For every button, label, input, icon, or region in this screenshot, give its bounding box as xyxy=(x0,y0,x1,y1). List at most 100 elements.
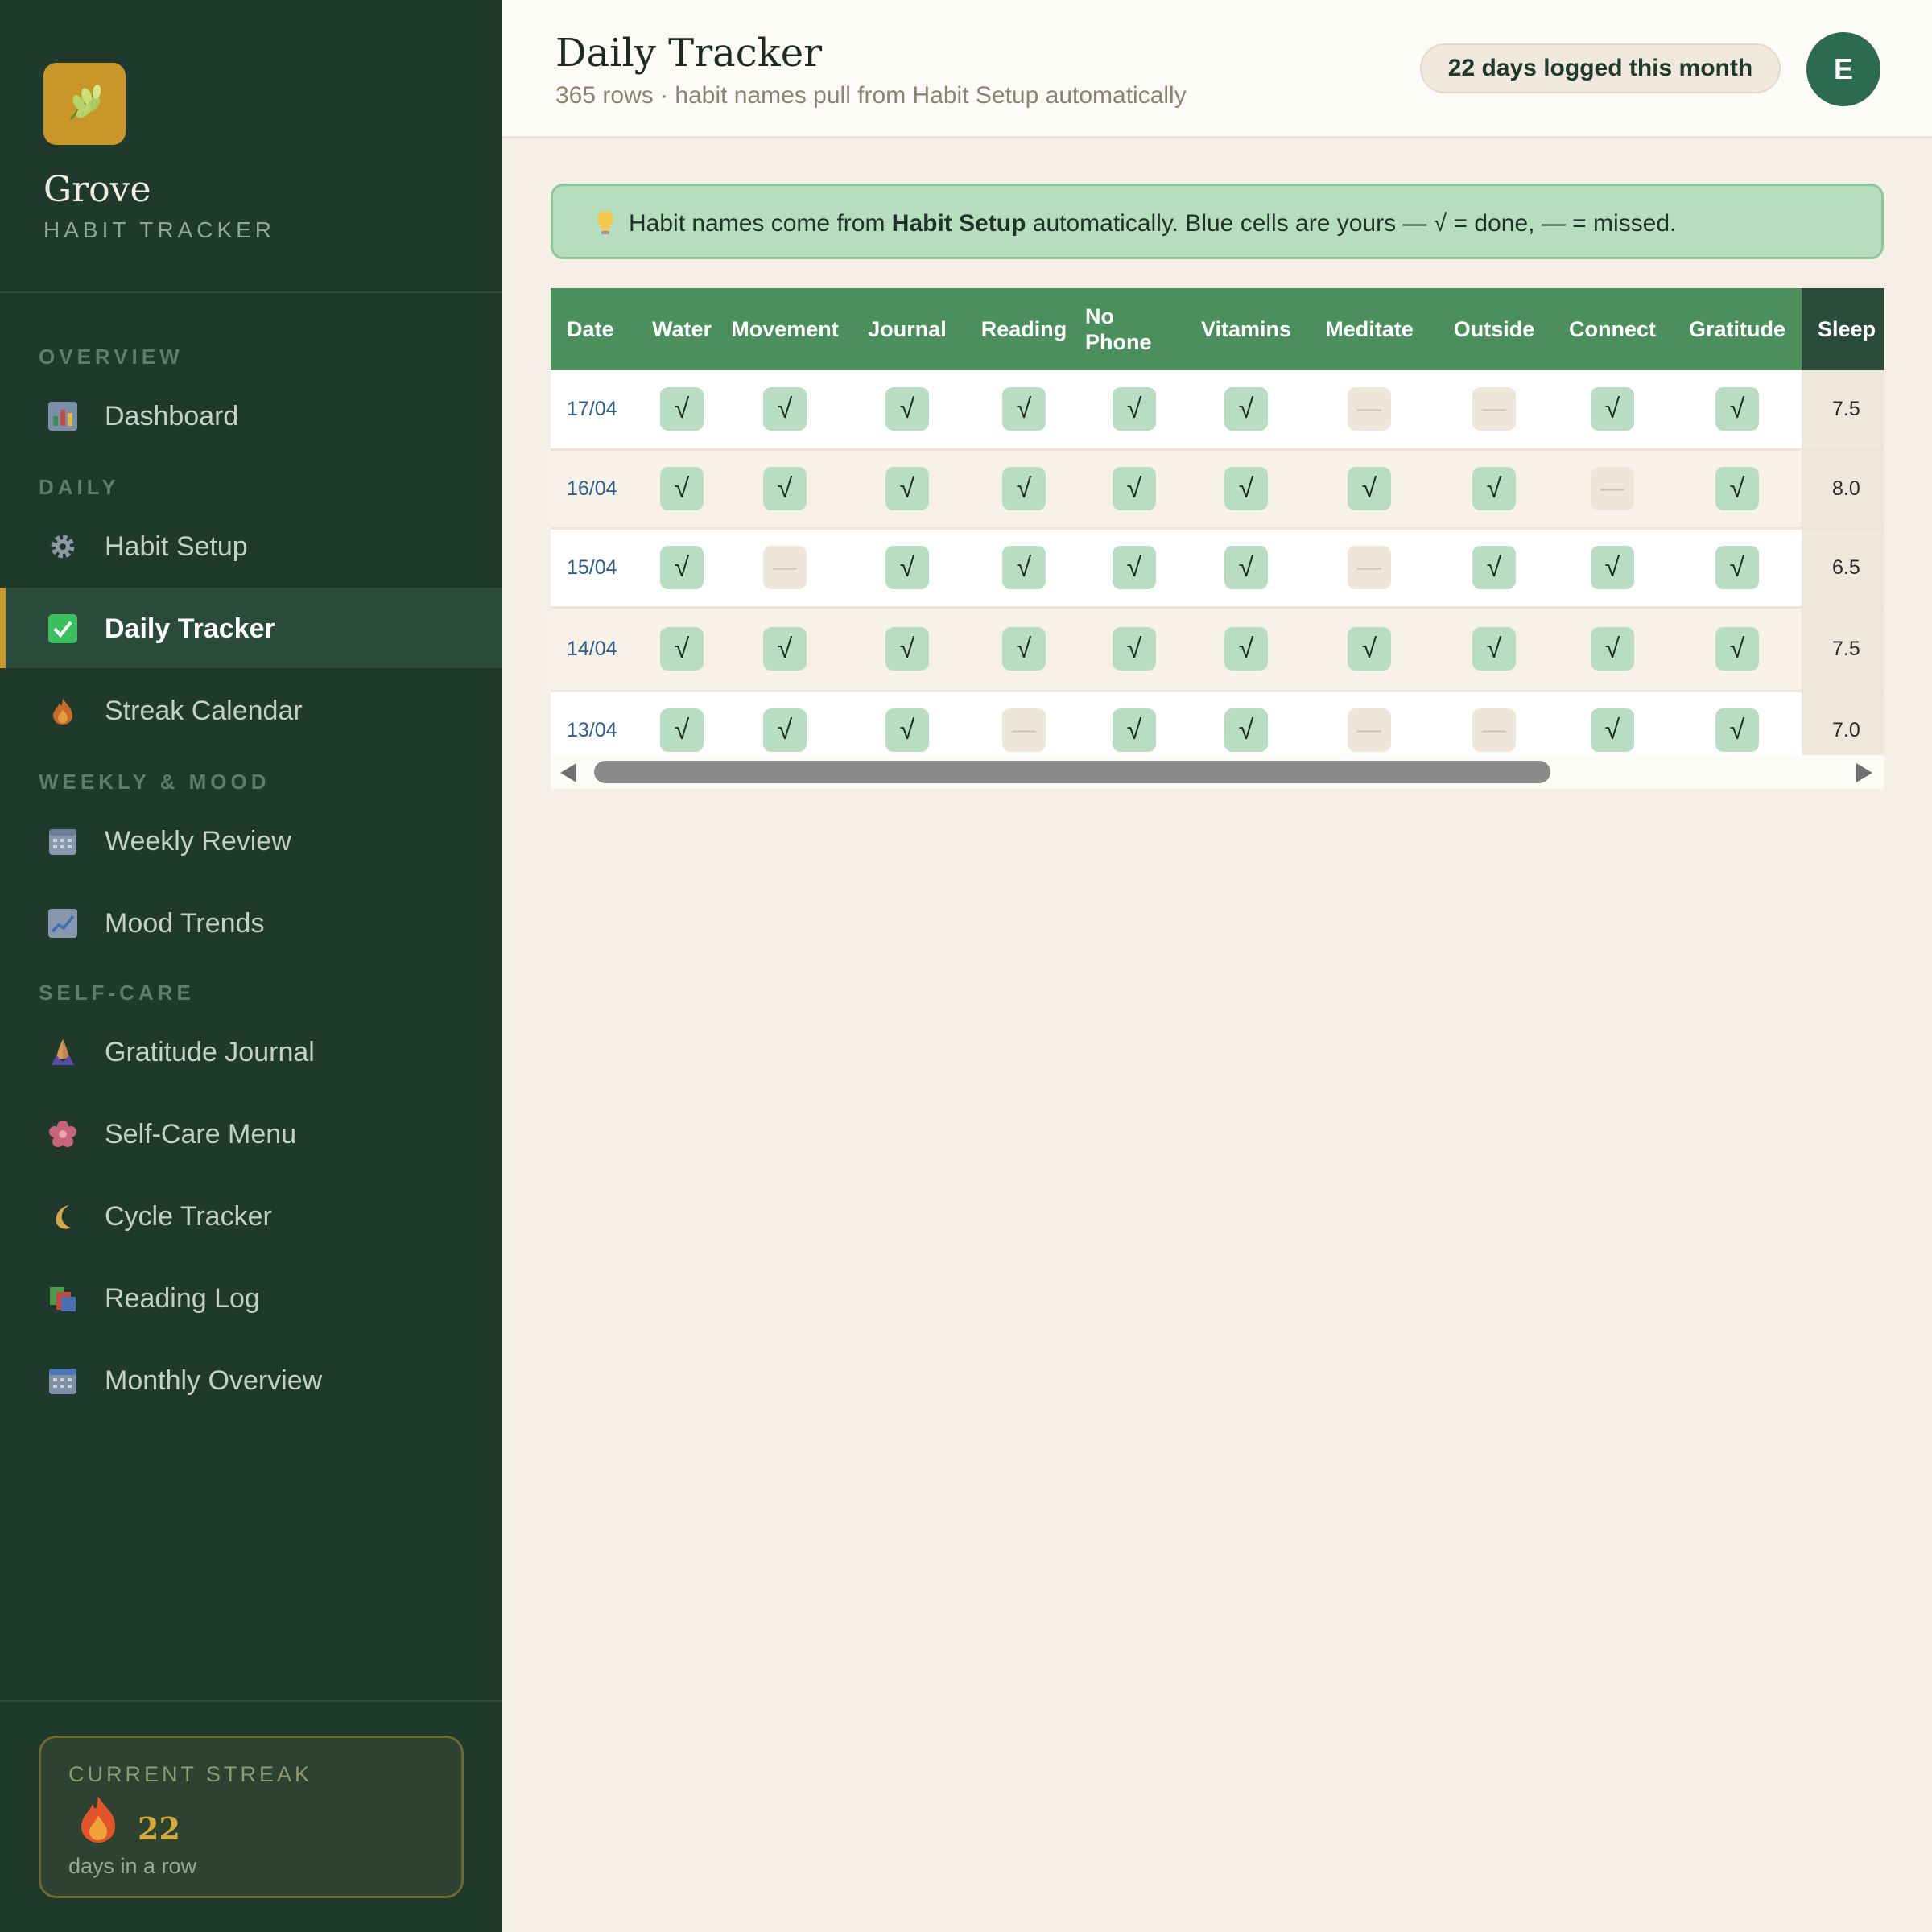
column-header-movement[interactable]: Movement xyxy=(724,288,845,370)
column-header-water[interactable]: Water xyxy=(639,288,724,370)
habit-done-toggle[interactable]: √ xyxy=(1591,546,1634,589)
habit-done-toggle[interactable]: √ xyxy=(763,708,807,752)
habit-cell: √ xyxy=(1079,528,1190,609)
habit-done-toggle[interactable]: √ xyxy=(1224,387,1268,431)
habit-done-toggle[interactable]: √ xyxy=(763,467,807,510)
sidebar-item-self-care-menu[interactable]: Self-Care Menu xyxy=(0,1093,502,1174)
sidebar-item-mood-trends[interactable]: Mood Trends xyxy=(0,882,502,963)
habit-done-toggle[interactable]: √ xyxy=(763,627,807,671)
sidebar-item-habit-setup[interactable]: Habit Setup xyxy=(0,506,502,586)
habit-done-toggle[interactable]: √ xyxy=(1224,627,1268,671)
habit-done-toggle[interactable]: √ xyxy=(886,467,929,510)
brand-logo[interactable] xyxy=(43,63,126,145)
sleep-cell[interactable]: 6.5 xyxy=(1802,528,1884,609)
sidebar-item-reading-log[interactable]: Reading Log xyxy=(0,1257,502,1338)
column-header-connect[interactable]: Connect xyxy=(1552,288,1673,370)
habit-done-toggle[interactable]: √ xyxy=(1715,546,1759,589)
habit-done-toggle[interactable]: √ xyxy=(660,387,704,431)
streak-value: 22 xyxy=(138,1810,180,1847)
habit-done-toggle[interactable]: √ xyxy=(1715,387,1759,431)
column-header-vitamins[interactable]: Vitamins xyxy=(1190,288,1302,370)
horizontal-scrollbar[interactable] xyxy=(551,755,1884,789)
habit-cell: √ xyxy=(1673,449,1802,530)
sidebar-item-weekly-review[interactable]: Weekly Review xyxy=(0,800,502,881)
habit-done-toggle[interactable]: √ xyxy=(1472,627,1516,671)
habit-done-toggle[interactable]: √ xyxy=(1472,467,1516,510)
habit-done-toggle[interactable]: √ xyxy=(886,708,929,752)
habit-done-toggle[interactable]: √ xyxy=(1715,627,1759,671)
habit-missed-toggle[interactable]: — xyxy=(1348,546,1391,589)
habit-done-toggle[interactable]: √ xyxy=(1113,627,1156,671)
habit-done-toggle[interactable]: √ xyxy=(1113,387,1156,431)
sidebar-item-gratitude-journal[interactable]: Gratitude Journal xyxy=(0,1011,502,1092)
column-header-journal[interactable]: Journal xyxy=(845,288,969,370)
column-header-date[interactable]: Date xyxy=(551,288,639,370)
streak-label: CURRENT STREAK xyxy=(68,1762,313,1786)
habit-cell: — xyxy=(1302,370,1436,451)
date-cell: 14/04 xyxy=(551,607,639,692)
habit-done-toggle[interactable]: √ xyxy=(660,627,704,671)
habit-cell: √ xyxy=(969,528,1079,609)
habit-done-toggle[interactable]: √ xyxy=(1002,627,1046,671)
habit-cell: — xyxy=(1436,370,1552,451)
table-row: 16/04 √ √ √ √ √ √ √ √ — √ 8.0 xyxy=(551,449,1884,530)
habit-missed-toggle[interactable]: — xyxy=(1348,387,1391,431)
habit-cell: √ xyxy=(1552,528,1673,609)
habit-done-toggle[interactable]: √ xyxy=(1002,467,1046,510)
habit-cell: √ xyxy=(639,528,724,609)
habit-done-toggle[interactable]: √ xyxy=(1472,546,1516,589)
scroll-thumb[interactable] xyxy=(594,761,1550,783)
habit-missed-toggle[interactable]: — xyxy=(1472,708,1516,752)
active-indicator xyxy=(0,588,6,668)
sidebar-item-daily-tracker[interactable]: Daily Tracker xyxy=(0,588,502,668)
habit-done-toggle[interactable]: √ xyxy=(660,546,704,589)
sidebar-item-monthly-overview[interactable]: Monthly Overview xyxy=(0,1340,502,1420)
column-header-sleep[interactable]: Sleep xyxy=(1802,288,1884,370)
habit-done-toggle[interactable]: √ xyxy=(1591,708,1634,752)
habit-missed-toggle[interactable]: — xyxy=(1002,708,1046,752)
date-cell: 15/04 xyxy=(551,528,639,609)
habit-missed-toggle[interactable]: — xyxy=(1348,708,1391,752)
sidebar-item-streak-calendar[interactable]: Streak Calendar xyxy=(0,670,502,750)
habit-done-toggle[interactable]: √ xyxy=(1113,708,1156,752)
habit-done-toggle[interactable]: √ xyxy=(1591,627,1634,671)
habit-missed-toggle[interactable]: — xyxy=(1472,387,1516,431)
sidebar: Grove HABIT TRACKER OVERVIEW Dashboard D… xyxy=(0,0,502,1932)
habit-done-toggle[interactable]: √ xyxy=(1348,627,1391,671)
scroll-right-arrow[interactable] xyxy=(1856,763,1872,782)
habit-done-toggle[interactable]: √ xyxy=(1002,546,1046,589)
habit-done-toggle[interactable]: √ xyxy=(1715,708,1759,752)
column-header-reading[interactable]: Reading xyxy=(969,288,1079,370)
habit-done-toggle[interactable]: √ xyxy=(1113,546,1156,589)
habit-done-toggle[interactable]: √ xyxy=(1224,467,1268,510)
scroll-left-arrow[interactable] xyxy=(560,763,576,782)
column-header-meditate[interactable]: Meditate xyxy=(1302,288,1436,370)
habit-done-toggle[interactable]: √ xyxy=(1224,708,1268,752)
habit-done-toggle[interactable]: √ xyxy=(886,627,929,671)
sidebar-item-cycle-tracker[interactable]: Cycle Tracker xyxy=(0,1175,502,1256)
banner-text-highlight: Habit Setup xyxy=(891,210,1026,237)
habit-cell: √ xyxy=(724,449,845,530)
column-header-no-phone[interactable]: No Phone xyxy=(1079,288,1190,370)
habit-done-toggle[interactable]: √ xyxy=(763,387,807,431)
habit-done-toggle[interactable]: √ xyxy=(660,708,704,752)
habit-done-toggle[interactable]: √ xyxy=(1591,387,1634,431)
habit-missed-toggle[interactable]: — xyxy=(1591,467,1634,510)
column-header-outside[interactable]: Outside xyxy=(1436,288,1552,370)
habit-done-toggle[interactable]: √ xyxy=(1224,546,1268,589)
avatar[interactable]: E xyxy=(1806,32,1880,106)
column-header-gratitude[interactable]: Gratitude xyxy=(1673,288,1802,370)
habit-done-toggle[interactable]: √ xyxy=(1002,387,1046,431)
habit-missed-toggle[interactable]: — xyxy=(763,546,807,589)
habit-done-toggle[interactable]: √ xyxy=(1715,467,1759,510)
habit-done-toggle[interactable]: √ xyxy=(1113,467,1156,510)
habit-done-toggle[interactable]: √ xyxy=(886,387,929,431)
sidebar-item-dashboard[interactable]: Dashboard xyxy=(0,375,502,456)
habit-done-toggle[interactable]: √ xyxy=(886,546,929,589)
sleep-cell[interactable]: 7.5 xyxy=(1802,370,1884,451)
habit-done-toggle[interactable]: √ xyxy=(660,467,704,510)
sleep-cell[interactable]: 7.5 xyxy=(1802,607,1884,692)
sleep-cell[interactable]: 8.0 xyxy=(1802,449,1884,530)
nav-section-weekly-mood: WEEKLY & MOOD xyxy=(39,770,270,794)
habit-done-toggle[interactable]: √ xyxy=(1348,467,1391,510)
